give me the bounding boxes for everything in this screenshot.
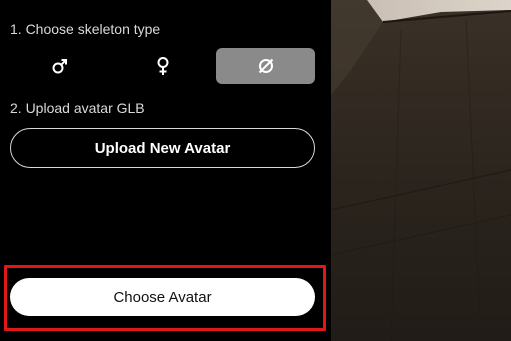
skeleton-type-selector — [10, 48, 315, 84]
avatar-sidebar: 1. Choose skeleton type 2. Upload avatar… — [0, 0, 331, 341]
male-icon — [51, 57, 69, 75]
skeleton-none-button[interactable] — [216, 48, 315, 84]
female-icon — [155, 56, 171, 76]
3d-scene-viewport[interactable] — [331, 0, 511, 341]
cut-off-text — [10, 0, 50, 4]
skeleton-female-button[interactable] — [113, 48, 212, 84]
choose-avatar-button[interactable]: Choose Avatar — [10, 278, 315, 316]
skeleton-male-button[interactable] — [10, 48, 109, 84]
step-2-label: 2. Upload avatar GLB — [10, 100, 145, 116]
step-1-label: 1. Choose skeleton type — [10, 21, 161, 37]
upload-avatar-button[interactable]: Upload New Avatar — [10, 128, 315, 168]
empty-set-icon — [257, 57, 275, 75]
